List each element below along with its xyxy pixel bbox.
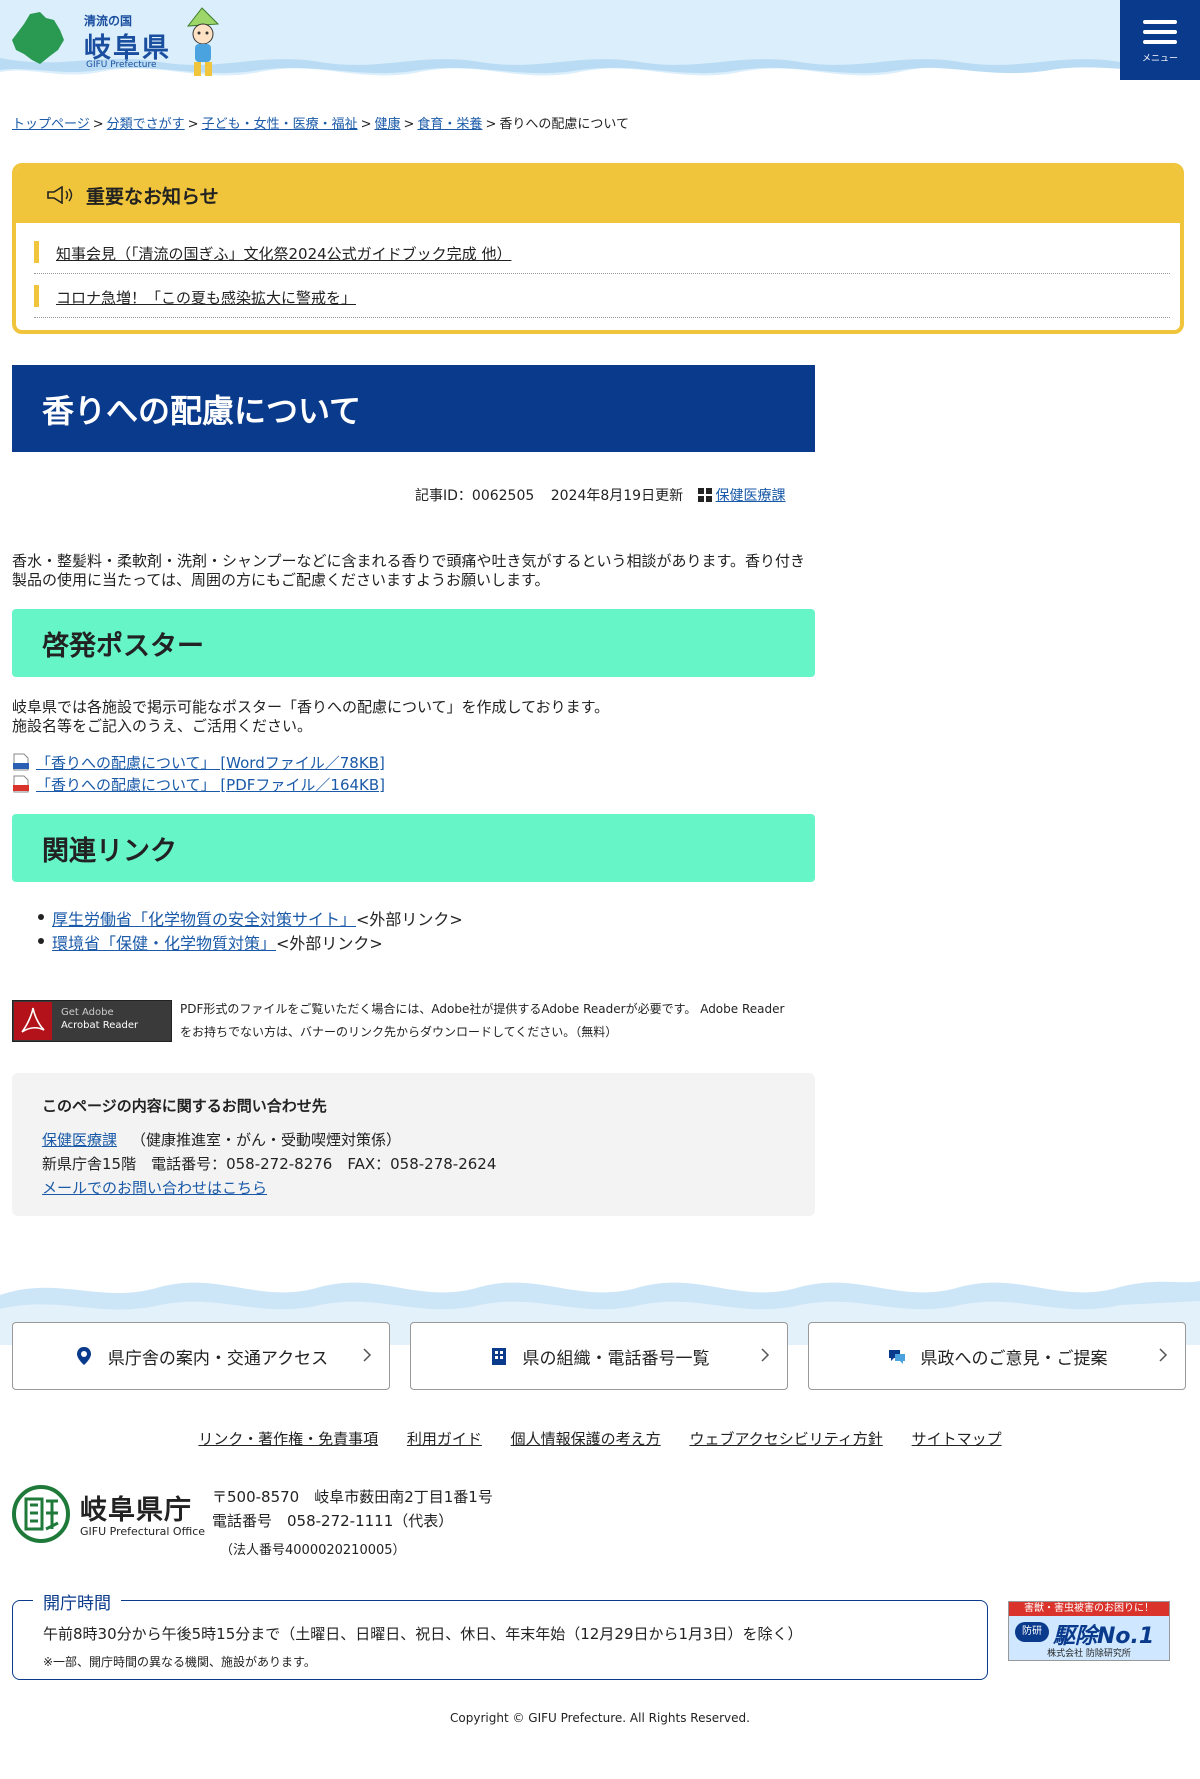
notice-header: 重要なお知らせ <box>16 167 1180 223</box>
department-grid-icon <box>697 488 712 502</box>
chevron-right-icon <box>1159 1348 1168 1362</box>
office-hours-box: 開庁時間 午前8時30分から午後5時15分まで（土曜日、日曜日、祝日、休日、年末… <box>12 1589 988 1680</box>
notice-item: コロナ急増！「この夏も感染拡大に警戒を」 <box>34 277 1170 318</box>
related-link-mhlw[interactable]: 厚生労働省「化学物質の安全対策サイト」 <box>52 910 356 929</box>
footer-button-opinion[interactable]: 県政へのご意見・ご提案 <box>808 1322 1186 1390</box>
header-wave-background <box>0 0 1200 76</box>
copyright: Copyright © GIFU Prefecture. All Rights … <box>450 1711 750 1725</box>
breadcrumb-children-welfare[interactable]: 子ども・女性・医療・福祉 <box>202 117 358 132</box>
section-heading-related: 関連リンク <box>12 814 815 882</box>
office-name: 岐阜県庁 <box>80 1495 192 1526</box>
footer-link-guide[interactable]: 利用ガイド <box>407 1430 482 1448</box>
adobe-reader-banner[interactable]: Get Adobe Acrobat Reader <box>12 1000 172 1042</box>
office-corp-number: （法人番号4000020210005） <box>220 1543 406 1558</box>
adobe-logo-icon <box>14 1002 52 1040</box>
ad-banner[interactable]: 害獣・害虫被害のお困りに！ 防研 駆除No.1 株式会社 防除研究所 <box>1008 1601 1170 1661</box>
breadcrumb: トップページ > 分類でさがす > 子ども・女性・医療・福祉 > 健康 > 食育・栄養 > 香りへの… <box>12 117 629 132</box>
word-file-link[interactable]: 「香りへの配慮について」 [Wordファイル／78KB] <box>36 754 385 772</box>
intro-text: 香水・整髪料・柔軟剤・洗剤・シャンプーなどに含まれる香りで頭痛や吐き気がするとい… <box>12 552 806 589</box>
footer-links: リンク・著作権・免責事項 利用ガイド 個人情報保護の考え方 ウェブアクセシビリテ… <box>0 1428 1200 1449</box>
notice-link-covid[interactable]: コロナ急増！「この夏も感染拡大に警戒を」 <box>56 287 356 308</box>
ad-banner-top: 害獣・害虫被害のお困りに！ <box>1009 1602 1169 1616</box>
article-id: 記事ID：0062505 <box>415 488 535 504</box>
pdf-file-link[interactable]: 「香りへの配慮について」 [PDFファイル／164KB] <box>36 776 385 794</box>
office-address: 〒500-8570 岐阜市薮田南2丁目1番1号 <box>212 1488 493 1506</box>
pdf-file-icon <box>13 775 29 793</box>
breadcrumb-nutrition[interactable]: 食育・栄養 <box>417 117 482 132</box>
article-meta: 記事ID：0062505 2024年8月19日更新 保健医療課 <box>415 485 786 505</box>
file-link-word: 「香りへの配慮について」 [Wordファイル／78KB] <box>12 752 385 773</box>
chevron-right-icon <box>363 1348 372 1362</box>
office-hours-label: 開庁時間 <box>33 1589 121 1614</box>
footer-link-accessibility[interactable]: ウェブアクセシビリティ方針 <box>689 1430 882 1448</box>
footer-button-access-label: 県庁舎の案内・交通アクセス <box>107 1348 329 1369</box>
contact-box: このページの内容に関するお問い合わせ先 保健医療課 （健康推進室・がん・受動喫煙対… <box>12 1073 815 1216</box>
building-icon <box>491 1348 506 1365</box>
related-link-env[interactable]: 環境省「保健・化学物質対策」 <box>52 934 276 953</box>
poster-text-1: 岐阜県では各施設で掲示可能なポスター「香りへの配慮について」を作成しております。 <box>12 698 610 716</box>
gifu-map-logo-icon[interactable] <box>10 10 66 66</box>
contact-location-phone: 新県庁舎15階 電話番号：058-272-8276 FAX：058-278-26… <box>42 1155 497 1173</box>
footer-button-organization-label: 県の組織・電話番号一覧 <box>522 1348 710 1369</box>
notice-link-governor-press[interactable]: 知事会見（「清流の国ぎふ」文化祭2024公式ガイドブック完成 他） <box>56 243 511 264</box>
external-link-note: <外部リンク> <box>276 934 383 953</box>
page-title: 香りへの配慮について <box>12 365 815 452</box>
contact-heading: このページの内容に関するお問い合わせ先 <box>42 1097 327 1115</box>
menu-label: メニュー <box>1141 53 1178 64</box>
poster-text-2: 施設名等をご記入のうえ、ご活用ください。 <box>12 717 313 735</box>
adobe-button-line2: Acrobat Reader <box>61 1020 139 1031</box>
updated-date: 2024年8月19日更新 <box>550 488 684 504</box>
logo-english: GIFU Prefecture <box>86 60 157 70</box>
map-pin-icon <box>76 1347 91 1365</box>
office-hours-note: ※一部、開庁時間の異なる機関、施設があります。 <box>43 1655 316 1669</box>
contact-department-link[interactable]: 保健医療課 <box>42 1131 117 1149</box>
breadcrumb-health[interactable]: 健康 <box>375 117 401 132</box>
ad-banner-company: 株式会社 防除研究所 <box>1047 1649 1131 1659</box>
notice-title: 重要なお知らせ <box>86 185 219 208</box>
office-name-english: GIFU Prefectural Office <box>80 1525 206 1538</box>
department-link[interactable]: 保健医療課 <box>716 488 786 504</box>
chat-icon <box>888 1350 905 1364</box>
section-heading-poster: 啓発ポスター <box>12 609 815 677</box>
hamburger-icon <box>1143 19 1177 24</box>
notice-item: 知事会見（「清流の国ぎふ」文化祭2024公式ガイドブック完成 他） <box>34 233 1170 274</box>
office-phone: 電話番号 058-272-1111（代表） <box>212 1512 454 1530</box>
footer-link-sitemap[interactable]: サイトマップ <box>912 1430 1002 1448</box>
office-hours-text: 午前8時30分から午後5時15分まで（土曜日、日曜日、祝日、休日、年末年始（12… <box>43 1625 803 1643</box>
footer-button-organization[interactable]: 県の組織・電話番号一覧 <box>410 1322 788 1390</box>
footer-button-opinion-label: 県政へのご意見・ご提案 <box>920 1348 1108 1369</box>
footer-button-access[interactable]: 県庁舎の案内・交通アクセス <box>12 1322 390 1390</box>
contact-section: （健康推進室・がん・受動喫煙対策係） <box>131 1131 402 1149</box>
breadcrumb-category[interactable]: 分類でさがす <box>107 117 185 132</box>
mascot-illustration <box>186 7 220 76</box>
word-file-icon <box>13 753 29 771</box>
ad-banner-badge: 防研 <box>1015 1622 1049 1642</box>
contact-mail-link[interactable]: メールでのお問い合わせはこちら <box>42 1179 267 1197</box>
important-notice-panel: 重要なお知らせ 知事会見（「清流の国ぎふ」文化祭2024公式ガイドブック完成 他… <box>12 163 1184 334</box>
footer-link-privacy[interactable]: 個人情報保護の考え方 <box>511 1430 661 1448</box>
file-link-pdf: 「香りへの配慮について」 [PDFファイル／164KB] <box>12 774 385 795</box>
megaphone-icon <box>47 186 73 204</box>
prefecture-emblem-icon <box>12 1485 70 1543</box>
related-link-item: 厚生労働省「化学物質の安全対策サイト」<外部リンク> <box>38 906 463 930</box>
footer-link-copyright[interactable]: リンク・著作権・免責事項 <box>198 1430 378 1448</box>
adobe-note: PDF形式のファイルをご覧いただく場合には、Adobe社が提供するAdobe R… <box>180 1002 785 1039</box>
external-link-note: <外部リンク> <box>356 910 463 929</box>
breadcrumb-current: 香りへの配慮について <box>499 117 629 132</box>
related-link-item: 環境省「保健・化学物質対策」<外部リンク> <box>38 930 383 954</box>
adobe-button-line1: Get Adobe <box>61 1007 114 1018</box>
breadcrumb-top[interactable]: トップページ <box>12 117 90 132</box>
menu-button[interactable]: メニュー <box>1120 0 1200 80</box>
chevron-right-icon <box>761 1348 770 1362</box>
